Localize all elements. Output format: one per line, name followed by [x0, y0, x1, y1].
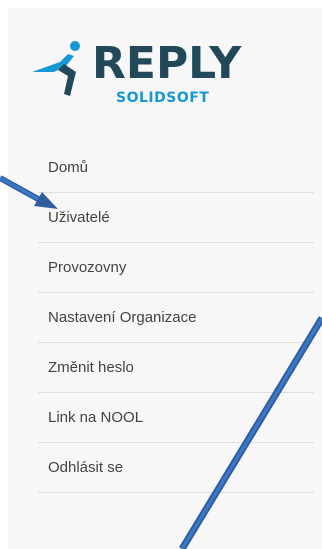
menu-item-change-password[interactable]: Změnit heslo [38, 343, 314, 393]
sidebar-panel: REPLY SOLIDSOFT Domů Uživatelé Provozovn… [8, 8, 322, 549]
menu-item-label: Domů [48, 159, 89, 176]
menu-item-label: Provozovny [48, 259, 127, 276]
menu-item-organization-settings[interactable]: Nastavení Organizace [38, 293, 314, 343]
menu-item-home[interactable]: Domů [38, 143, 314, 193]
menu-item-label: Nastavení Organizace [48, 309, 197, 326]
menu-item-label: Uživatelé [48, 209, 110, 226]
menu-item-users[interactable]: Uživatelé [38, 193, 314, 243]
menu-item-logout[interactable]: Odhlásit se [38, 443, 314, 493]
menu-item-nool-link[interactable]: Link na NOOL [38, 393, 314, 443]
sidebar-menu: Domů Uživatelé Provozovny Nastavení Orga… [38, 143, 314, 493]
logo-subtitle-text: SOLIDSOFT [116, 90, 210, 106]
reply-solidsoft-logo[interactable]: REPLY SOLIDSOFT [30, 38, 241, 108]
menu-item-branches[interactable]: Provozovny [38, 243, 314, 293]
menu-item-label: Změnit heslo [48, 359, 134, 376]
running-figure-icon [32, 41, 80, 96]
menu-item-label: Link na NOOL [48, 409, 144, 426]
menu-item-label: Odhlásit se [48, 459, 124, 476]
logo-brand-text: REPLY [92, 38, 242, 89]
